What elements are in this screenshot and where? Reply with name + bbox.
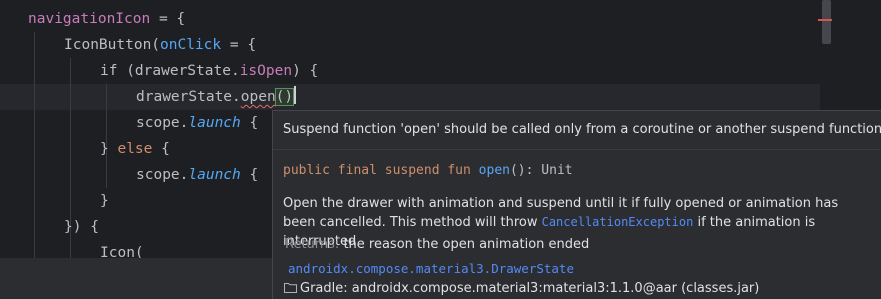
scrollbar-thumb[interactable] <box>822 0 831 44</box>
if-expression: if (drawerState. <box>100 63 240 79</box>
error-stripe-marker[interactable] <box>818 19 832 21</box>
receiver: drawerState. <box>136 89 241 105</box>
returns-section: Returns: the reason the open animation e… <box>285 237 589 252</box>
current-line-highlight <box>0 84 833 110</box>
property-name: navigationIcon <box>28 11 151 27</box>
code-line-3[interactable]: if (drawerState.isOpen) { <box>100 58 318 84</box>
extension-call: launch <box>188 167 241 183</box>
returns-text: the reason the open animation ended <box>343 237 590 252</box>
property-ref: isOpen <box>239 63 293 79</box>
right-gutter <box>833 0 881 120</box>
code-line-2[interactable]: IconButton(onClick = { <box>64 32 256 58</box>
library-source: Gradle: androidx.compose.material3:mater… <box>284 281 759 296</box>
code-line-1[interactable]: navigationIcon = { <box>28 6 185 32</box>
signature-function-name: open <box>478 163 510 178</box>
code-line-5[interactable]: scope.launch { <box>136 110 258 136</box>
receiver: scope. <box>136 167 189 183</box>
code-line-6[interactable]: } else { <box>100 136 170 162</box>
cancellation-exception-link[interactable]: CancellationException <box>542 215 694 229</box>
error-message: Suspend function 'open' should be called… <box>283 122 881 137</box>
code-text: { <box>152 141 170 157</box>
previous-line-clipped <box>28 0 588 4</box>
code-text: } <box>100 141 118 157</box>
code-text: }) { <box>64 219 99 235</box>
receiver: scope. <box>136 115 189 131</box>
gradle-text: Gradle: androidx.compose.material3:mater… <box>300 281 760 296</box>
matched-brackets: () <box>274 88 295 106</box>
named-argument: onClick <box>160 37 222 53</box>
signature-modifiers: public final suspend fun <box>283 163 479 178</box>
signature-rest: (): Unit <box>509 163 573 178</box>
indent-guide <box>34 32 35 258</box>
code-line-7[interactable]: scope.launch { <box>136 162 258 188</box>
error-call[interactable]: open <box>241 89 276 105</box>
code-line-8[interactable]: } <box>100 188 109 214</box>
text-caret <box>294 86 297 104</box>
code-text: ) { <box>292 63 319 79</box>
quick-documentation-popup[interactable]: Suspend function 'open' should be called… <box>272 110 881 299</box>
popup-divider <box>273 149 881 150</box>
code-text: } <box>100 193 109 209</box>
function-signature: public final suspend fun open(): Unit <box>283 163 573 178</box>
code-text: { <box>240 115 259 131</box>
code-line-9[interactable]: }) { <box>64 214 99 240</box>
function-call: IconButton( <box>64 37 161 53</box>
code-line-4[interactable]: drawerState.open() <box>136 84 297 110</box>
operator: = { <box>221 37 257 53</box>
returns-label: Returns: <box>285 237 340 252</box>
extension-call: launch <box>188 115 241 131</box>
bottom-panel <box>0 258 272 299</box>
containing-class-link[interactable]: androidx.compose.material3.DrawerState <box>288 261 574 276</box>
code-text: { <box>240 167 259 183</box>
keyword: else <box>117 141 153 157</box>
operator: = { <box>150 11 186 27</box>
folder-icon <box>284 283 297 293</box>
